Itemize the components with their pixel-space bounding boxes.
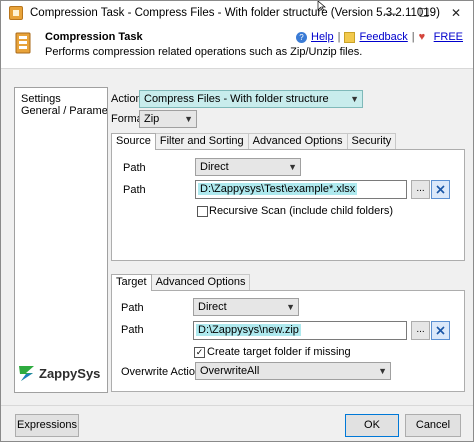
- ok-button[interactable]: OK: [345, 414, 399, 437]
- source-clear-button[interactable]: [431, 180, 450, 199]
- tab-security[interactable]: Security: [346, 133, 397, 149]
- source-path-value: D:\Zappysys\Test\example*.xlsx: [198, 183, 358, 195]
- header-links: ? Help | Feedback | ♥ FREE: [296, 31, 463, 43]
- chevron-down-icon: ▼: [350, 94, 359, 104]
- target-path-input[interactable]: D:\Zappysys\new.zip: [193, 321, 407, 340]
- target-path-type-label: Path: [121, 302, 144, 314]
- feedback-icon: [344, 31, 356, 43]
- maximize-button[interactable]: ☐: [407, 1, 441, 25]
- source-browse-button[interactable]: ...: [411, 180, 430, 199]
- free-link[interactable]: FREE: [434, 31, 463, 43]
- minimize-button[interactable]: —: [373, 1, 407, 25]
- compression-task-window: Compression Task - Compress Files - With…: [0, 0, 474, 442]
- app-icon: [9, 6, 23, 20]
- recursive-scan-label: Recursive Scan (include child folders): [209, 205, 394, 217]
- task-icon: [15, 32, 31, 54]
- expressions-button[interactable]: Expressions: [15, 414, 79, 437]
- source-tabs: Source Filter and Sorting Advanced Optio…: [111, 133, 397, 150]
- tab-target[interactable]: Target: [111, 274, 152, 291]
- target-path-type-value: Direct: [198, 301, 227, 313]
- target-clear-button[interactable]: [431, 321, 450, 340]
- format-select[interactable]: Zip ▼: [139, 110, 197, 128]
- source-path-input[interactable]: D:\Zappysys\Test\example*.xlsx: [195, 180, 407, 199]
- create-folder-label: Create target folder if missing: [207, 346, 351, 358]
- format-select-value: Zip: [144, 113, 160, 125]
- action-label: Action: [111, 93, 142, 105]
- overwrite-action-value: OverwriteAll: [200, 365, 260, 377]
- task-name: Compression Task: [45, 31, 143, 43]
- footer-bar: Expressions OK Cancel: [1, 405, 473, 441]
- overwrite-action-select[interactable]: OverwriteAll ▼: [195, 362, 391, 380]
- settings-tree: Settings General / Parameters: [14, 87, 108, 393]
- tree-item-general-parameters[interactable]: General / Parameters: [21, 105, 107, 117]
- free-icon: ♥: [418, 30, 426, 43]
- link-separator: |: [411, 31, 415, 43]
- zappysys-logo: ZappySys: [17, 363, 100, 383]
- close-button[interactable]: ✕: [439, 1, 473, 25]
- chevron-down-icon: ▼: [378, 366, 387, 376]
- target-path-type-select[interactable]: Direct ▼: [193, 298, 299, 316]
- source-path-label: Path: [123, 184, 146, 196]
- chevron-down-icon: ▼: [184, 114, 193, 124]
- title-bar: Compression Task - Compress Files - With…: [1, 1, 473, 25]
- tab-filter-and-sorting[interactable]: Filter and Sorting: [154, 133, 249, 149]
- chevron-down-icon: ▼: [286, 302, 295, 312]
- recursive-scan-checkbox[interactable]: [197, 206, 208, 217]
- logo-text: ZappySys: [39, 365, 101, 381]
- close-icon: [436, 326, 445, 335]
- tab-target-advanced-options[interactable]: Advanced Options: [150, 274, 251, 290]
- action-select-value: Compress Files - With folder structure: [144, 93, 329, 105]
- source-path-type-value: Direct: [200, 161, 229, 173]
- link-separator: |: [337, 31, 341, 43]
- target-path-value: D:\Zappysys\new.zip: [196, 324, 301, 336]
- action-select[interactable]: Compress Files - With folder structure ▼: [139, 90, 363, 108]
- tab-source[interactable]: Source: [111, 133, 156, 150]
- zappysys-logo-icon: [19, 366, 34, 381]
- source-path-type-label: Path: [123, 162, 146, 174]
- tree-item-settings[interactable]: Settings: [21, 93, 61, 105]
- help-icon: ?: [296, 31, 307, 43]
- task-description: Performs compression related operations …: [45, 46, 363, 58]
- source-path-type-select[interactable]: Direct ▼: [195, 158, 301, 176]
- tab-advanced-options[interactable]: Advanced Options: [247, 133, 348, 149]
- overwrite-action-label: Overwrite Action: [121, 366, 202, 378]
- close-icon: [436, 185, 445, 194]
- target-browse-button[interactable]: ...: [411, 321, 430, 340]
- target-path-label: Path: [121, 324, 144, 336]
- mouse-cursor-icon: [317, 1, 326, 11]
- chevron-down-icon: ▼: [288, 162, 297, 172]
- create-folder-checkbox[interactable]: ✓: [194, 347, 205, 358]
- task-header: Compression Task Performs compression re…: [1, 25, 473, 69]
- feedback-link[interactable]: Feedback: [359, 31, 407, 43]
- target-tabs: Target Advanced Options: [111, 274, 251, 291]
- cancel-button[interactable]: Cancel: [405, 414, 461, 437]
- help-link[interactable]: Help: [311, 31, 334, 43]
